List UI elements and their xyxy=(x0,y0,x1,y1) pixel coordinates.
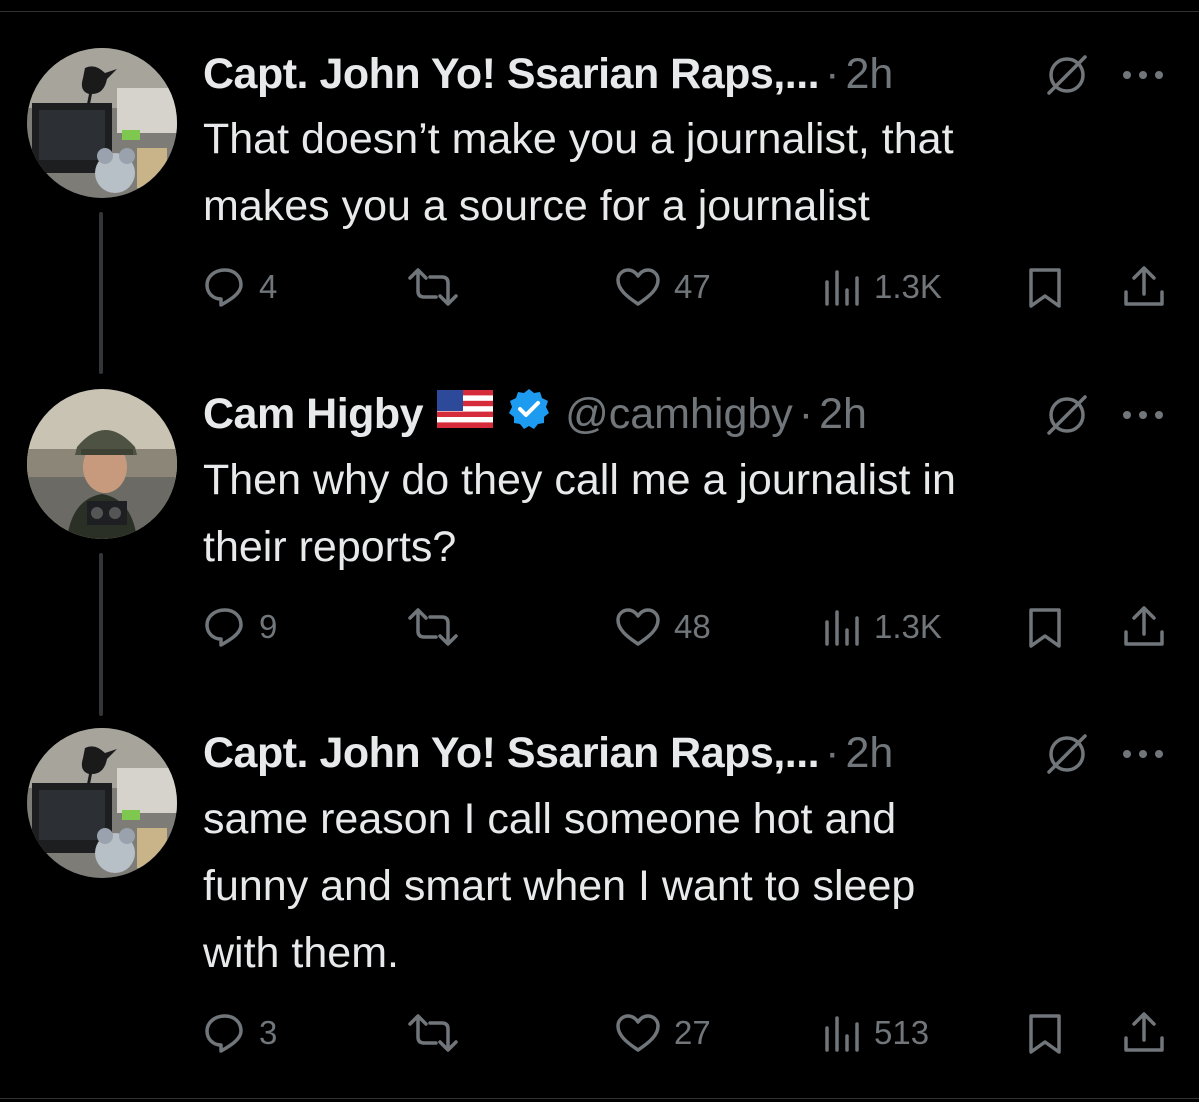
bottom-divider xyxy=(0,1098,1199,1099)
tweet-header: Capt. John Yo! Ssarian Raps,... · 2h xyxy=(203,48,893,100)
grok-icon[interactable] xyxy=(1045,53,1089,97)
share-button[interactable] xyxy=(1122,264,1166,310)
tweet-text: Then why do they call me a journalist in… xyxy=(203,456,956,571)
avatar[interactable] xyxy=(27,389,177,539)
view-count: 513 xyxy=(874,1014,930,1051)
display-name[interactable]: Capt. John Yo! Ssarian Raps,... xyxy=(203,50,820,99)
reply-icon xyxy=(205,268,243,307)
share-icon xyxy=(1124,266,1164,306)
retweet-icon xyxy=(408,608,458,646)
like-button[interactable]: 47 xyxy=(614,266,711,308)
views-button[interactable]: 1.3K xyxy=(822,606,942,648)
retweet-icon xyxy=(408,1014,458,1052)
more-icon[interactable] xyxy=(1120,747,1166,761)
reply-button[interactable]: 4 xyxy=(203,266,277,308)
like-button[interactable]: 48 xyxy=(614,606,711,648)
bookmark-button[interactable] xyxy=(1026,266,1064,310)
retweet-button[interactable] xyxy=(405,1012,461,1054)
like-count: 27 xyxy=(674,1014,711,1051)
handle[interactable]: @camhigby xyxy=(565,390,793,439)
tweet-header: Cam Higby @camhigby · 2h xyxy=(203,388,867,440)
share-icon xyxy=(1124,1012,1164,1052)
tweet-actions: 3 27 513 xyxy=(0,1008,1199,1058)
view-count: 1.3K xyxy=(874,268,942,305)
avatar[interactable] xyxy=(27,728,177,878)
timestamp[interactable]: 2h xyxy=(845,50,893,99)
us-flag-icon xyxy=(437,389,494,439)
tweet-text: same reason I call someone hot and funny… xyxy=(203,795,916,977)
reply-count: 3 xyxy=(259,1014,278,1051)
grok-icon[interactable] xyxy=(1045,393,1089,437)
share-icon xyxy=(1124,606,1164,646)
views-icon xyxy=(825,610,859,646)
reply-icon xyxy=(205,1014,243,1053)
share-button[interactable] xyxy=(1122,604,1166,650)
separator: · xyxy=(825,49,840,98)
display-name[interactable]: Capt. John Yo! Ssarian Raps,... xyxy=(203,729,820,778)
views-button[interactable]: 513 xyxy=(822,1012,929,1054)
heart-icon xyxy=(616,268,660,306)
top-divider xyxy=(0,11,1199,12)
grok-icon[interactable] xyxy=(1045,732,1089,776)
views-icon xyxy=(825,270,859,306)
reply-button[interactable]: 3 xyxy=(203,1012,277,1054)
like-count: 48 xyxy=(674,608,711,645)
like-button[interactable]: 27 xyxy=(614,1012,711,1054)
like-count: 47 xyxy=(674,268,711,305)
tweet-text: That doesn’t make you a journalist, that… xyxy=(203,115,954,230)
verified-badge-icon xyxy=(507,387,551,442)
bookmark-icon xyxy=(1029,268,1061,308)
timestamp[interactable]: 2h xyxy=(845,729,893,778)
heart-icon xyxy=(616,1014,660,1052)
bookmark-icon xyxy=(1029,1014,1061,1054)
avatar[interactable] xyxy=(27,48,177,198)
reply-icon xyxy=(205,608,243,647)
tweet-header: Capt. John Yo! Ssarian Raps,... · 2h xyxy=(203,727,893,779)
bookmark-button[interactable] xyxy=(1026,1012,1064,1056)
retweet-icon xyxy=(408,268,458,306)
separator: · xyxy=(825,728,840,777)
views-icon xyxy=(825,1016,859,1052)
bookmark-button[interactable] xyxy=(1026,606,1064,650)
view-count: 1.3K xyxy=(874,608,942,645)
retweet-button[interactable] xyxy=(405,266,461,308)
more-icon[interactable] xyxy=(1120,68,1166,82)
reply-button[interactable]: 9 xyxy=(203,606,277,648)
more-icon[interactable] xyxy=(1120,408,1166,422)
reply-count: 9 xyxy=(259,608,278,645)
share-button[interactable] xyxy=(1122,1010,1166,1056)
reply-count: 4 xyxy=(259,268,278,305)
display-name[interactable]: Cam Higby xyxy=(203,390,424,439)
heart-icon xyxy=(616,608,660,646)
tweet-actions: 4 47 1.3K xyxy=(0,262,1199,312)
tweet-actions: 9 48 1.3K xyxy=(0,602,1199,652)
separator: · xyxy=(798,389,814,438)
views-button[interactable]: 1.3K xyxy=(822,266,942,308)
timestamp[interactable]: 2h xyxy=(819,390,867,439)
retweet-button[interactable] xyxy=(405,606,461,648)
bookmark-icon xyxy=(1029,608,1061,648)
